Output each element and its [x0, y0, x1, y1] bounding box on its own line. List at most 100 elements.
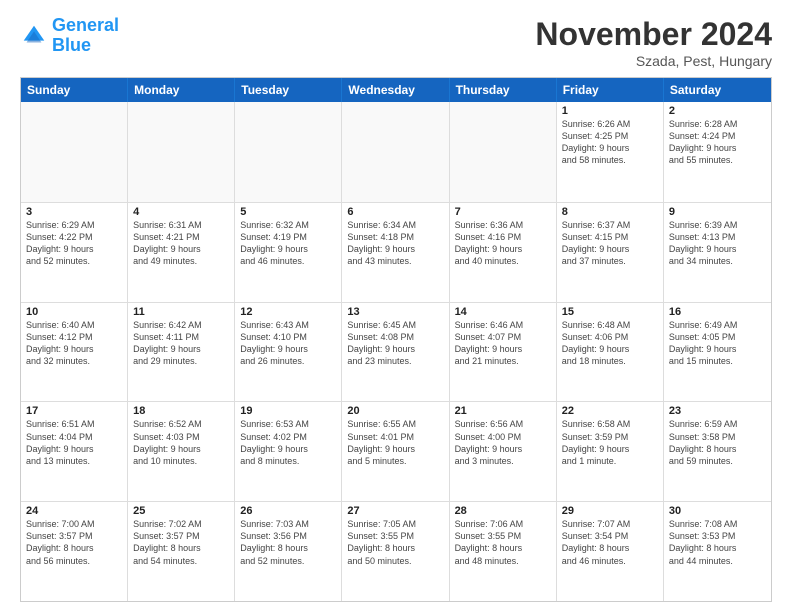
header: General Blue November 2024 Szada, Pest, …: [20, 16, 772, 69]
page: General Blue November 2024 Szada, Pest, …: [0, 0, 792, 612]
calendar-cell: [342, 102, 449, 202]
cell-info: Sunrise: 7:06 AM Sunset: 3:55 PM Dayligh…: [455, 518, 551, 567]
day-number: 1: [562, 105, 658, 117]
day-number: 11: [133, 306, 229, 318]
calendar-cell: 10Sunrise: 6:40 AM Sunset: 4:12 PM Dayli…: [21, 303, 128, 402]
header-day-sunday: Sunday: [21, 78, 128, 102]
cell-info: Sunrise: 6:40 AM Sunset: 4:12 PM Dayligh…: [26, 319, 122, 368]
month-title: November 2024: [535, 16, 772, 53]
cell-info: Sunrise: 6:42 AM Sunset: 4:11 PM Dayligh…: [133, 319, 229, 368]
calendar-cell: 9Sunrise: 6:39 AM Sunset: 4:13 PM Daylig…: [664, 203, 771, 302]
day-number: 7: [455, 206, 551, 218]
cell-info: Sunrise: 6:26 AM Sunset: 4:25 PM Dayligh…: [562, 118, 658, 167]
day-number: 24: [26, 505, 122, 517]
calendar: SundayMondayTuesdayWednesdayThursdayFrid…: [20, 77, 772, 602]
calendar-cell: 23Sunrise: 6:59 AM Sunset: 3:58 PM Dayli…: [664, 402, 771, 501]
cell-info: Sunrise: 6:58 AM Sunset: 3:59 PM Dayligh…: [562, 418, 658, 467]
day-number: 20: [347, 405, 443, 417]
calendar-row-1: 1Sunrise: 6:26 AM Sunset: 4:25 PM Daylig…: [21, 102, 771, 202]
day-number: 6: [347, 206, 443, 218]
calendar-cell: 27Sunrise: 7:05 AM Sunset: 3:55 PM Dayli…: [342, 502, 449, 601]
day-number: 12: [240, 306, 336, 318]
calendar-cell: [128, 102, 235, 202]
calendar-cell: 29Sunrise: 7:07 AM Sunset: 3:54 PM Dayli…: [557, 502, 664, 601]
calendar-cell: 30Sunrise: 7:08 AM Sunset: 3:53 PM Dayli…: [664, 502, 771, 601]
day-number: 25: [133, 505, 229, 517]
day-number: 4: [133, 206, 229, 218]
cell-info: Sunrise: 6:43 AM Sunset: 4:10 PM Dayligh…: [240, 319, 336, 368]
calendar-cell: 6Sunrise: 6:34 AM Sunset: 4:18 PM Daylig…: [342, 203, 449, 302]
cell-info: Sunrise: 7:05 AM Sunset: 3:55 PM Dayligh…: [347, 518, 443, 567]
day-number: 2: [669, 105, 766, 117]
calendar-row-3: 10Sunrise: 6:40 AM Sunset: 4:12 PM Dayli…: [21, 302, 771, 402]
day-number: 22: [562, 405, 658, 417]
header-day-thursday: Thursday: [450, 78, 557, 102]
header-day-monday: Monday: [128, 78, 235, 102]
title-block: November 2024 Szada, Pest, Hungary: [535, 16, 772, 69]
calendar-cell: 26Sunrise: 7:03 AM Sunset: 3:56 PM Dayli…: [235, 502, 342, 601]
cell-info: Sunrise: 6:49 AM Sunset: 4:05 PM Dayligh…: [669, 319, 766, 368]
calendar-cell: 18Sunrise: 6:52 AM Sunset: 4:03 PM Dayli…: [128, 402, 235, 501]
day-number: 26: [240, 505, 336, 517]
calendar-cell: [235, 102, 342, 202]
cell-info: Sunrise: 6:31 AM Sunset: 4:21 PM Dayligh…: [133, 219, 229, 268]
day-number: 8: [562, 206, 658, 218]
calendar-body: 1Sunrise: 6:26 AM Sunset: 4:25 PM Daylig…: [21, 102, 771, 601]
calendar-cell: 1Sunrise: 6:26 AM Sunset: 4:25 PM Daylig…: [557, 102, 664, 202]
cell-info: Sunrise: 6:45 AM Sunset: 4:08 PM Dayligh…: [347, 319, 443, 368]
day-number: 10: [26, 306, 122, 318]
cell-info: Sunrise: 6:48 AM Sunset: 4:06 PM Dayligh…: [562, 319, 658, 368]
day-number: 3: [26, 206, 122, 218]
header-day-saturday: Saturday: [664, 78, 771, 102]
cell-info: Sunrise: 6:39 AM Sunset: 4:13 PM Dayligh…: [669, 219, 766, 268]
calendar-cell: [450, 102, 557, 202]
calendar-cell: 17Sunrise: 6:51 AM Sunset: 4:04 PM Dayli…: [21, 402, 128, 501]
day-number: 29: [562, 505, 658, 517]
calendar-cell: 22Sunrise: 6:58 AM Sunset: 3:59 PM Dayli…: [557, 402, 664, 501]
day-number: 23: [669, 405, 766, 417]
logo-text: General Blue: [52, 16, 119, 56]
day-number: 13: [347, 306, 443, 318]
day-number: 17: [26, 405, 122, 417]
cell-info: Sunrise: 7:00 AM Sunset: 3:57 PM Dayligh…: [26, 518, 122, 567]
header-day-friday: Friday: [557, 78, 664, 102]
day-number: 5: [240, 206, 336, 218]
calendar-cell: 8Sunrise: 6:37 AM Sunset: 4:15 PM Daylig…: [557, 203, 664, 302]
day-number: 9: [669, 206, 766, 218]
day-number: 19: [240, 405, 336, 417]
day-number: 27: [347, 505, 443, 517]
header-day-wednesday: Wednesday: [342, 78, 449, 102]
cell-info: Sunrise: 6:52 AM Sunset: 4:03 PM Dayligh…: [133, 418, 229, 467]
cell-info: Sunrise: 6:32 AM Sunset: 4:19 PM Dayligh…: [240, 219, 336, 268]
cell-info: Sunrise: 7:07 AM Sunset: 3:54 PM Dayligh…: [562, 518, 658, 567]
calendar-cell: [21, 102, 128, 202]
cell-info: Sunrise: 6:56 AM Sunset: 4:00 PM Dayligh…: [455, 418, 551, 467]
day-number: 16: [669, 306, 766, 318]
cell-info: Sunrise: 6:46 AM Sunset: 4:07 PM Dayligh…: [455, 319, 551, 368]
calendar-cell: 14Sunrise: 6:46 AM Sunset: 4:07 PM Dayli…: [450, 303, 557, 402]
location: Szada, Pest, Hungary: [535, 53, 772, 69]
cell-info: Sunrise: 7:02 AM Sunset: 3:57 PM Dayligh…: [133, 518, 229, 567]
calendar-row-4: 17Sunrise: 6:51 AM Sunset: 4:04 PM Dayli…: [21, 401, 771, 501]
day-number: 18: [133, 405, 229, 417]
cell-info: Sunrise: 6:59 AM Sunset: 3:58 PM Dayligh…: [669, 418, 766, 467]
calendar-cell: 21Sunrise: 6:56 AM Sunset: 4:00 PM Dayli…: [450, 402, 557, 501]
day-number: 28: [455, 505, 551, 517]
calendar-cell: 28Sunrise: 7:06 AM Sunset: 3:55 PM Dayli…: [450, 502, 557, 601]
calendar-cell: 24Sunrise: 7:00 AM Sunset: 3:57 PM Dayli…: [21, 502, 128, 601]
cell-info: Sunrise: 6:53 AM Sunset: 4:02 PM Dayligh…: [240, 418, 336, 467]
cell-info: Sunrise: 6:29 AM Sunset: 4:22 PM Dayligh…: [26, 219, 122, 268]
calendar-cell: 5Sunrise: 6:32 AM Sunset: 4:19 PM Daylig…: [235, 203, 342, 302]
calendar-row-5: 24Sunrise: 7:00 AM Sunset: 3:57 PM Dayli…: [21, 501, 771, 601]
cell-info: Sunrise: 6:28 AM Sunset: 4:24 PM Dayligh…: [669, 118, 766, 167]
cell-info: Sunrise: 6:34 AM Sunset: 4:18 PM Dayligh…: [347, 219, 443, 268]
calendar-cell: 2Sunrise: 6:28 AM Sunset: 4:24 PM Daylig…: [664, 102, 771, 202]
header-day-tuesday: Tuesday: [235, 78, 342, 102]
calendar-cell: 19Sunrise: 6:53 AM Sunset: 4:02 PM Dayli…: [235, 402, 342, 501]
day-number: 15: [562, 306, 658, 318]
day-number: 14: [455, 306, 551, 318]
calendar-cell: 11Sunrise: 6:42 AM Sunset: 4:11 PM Dayli…: [128, 303, 235, 402]
calendar-header: SundayMondayTuesdayWednesdayThursdayFrid…: [21, 78, 771, 102]
cell-info: Sunrise: 6:51 AM Sunset: 4:04 PM Dayligh…: [26, 418, 122, 467]
day-number: 21: [455, 405, 551, 417]
